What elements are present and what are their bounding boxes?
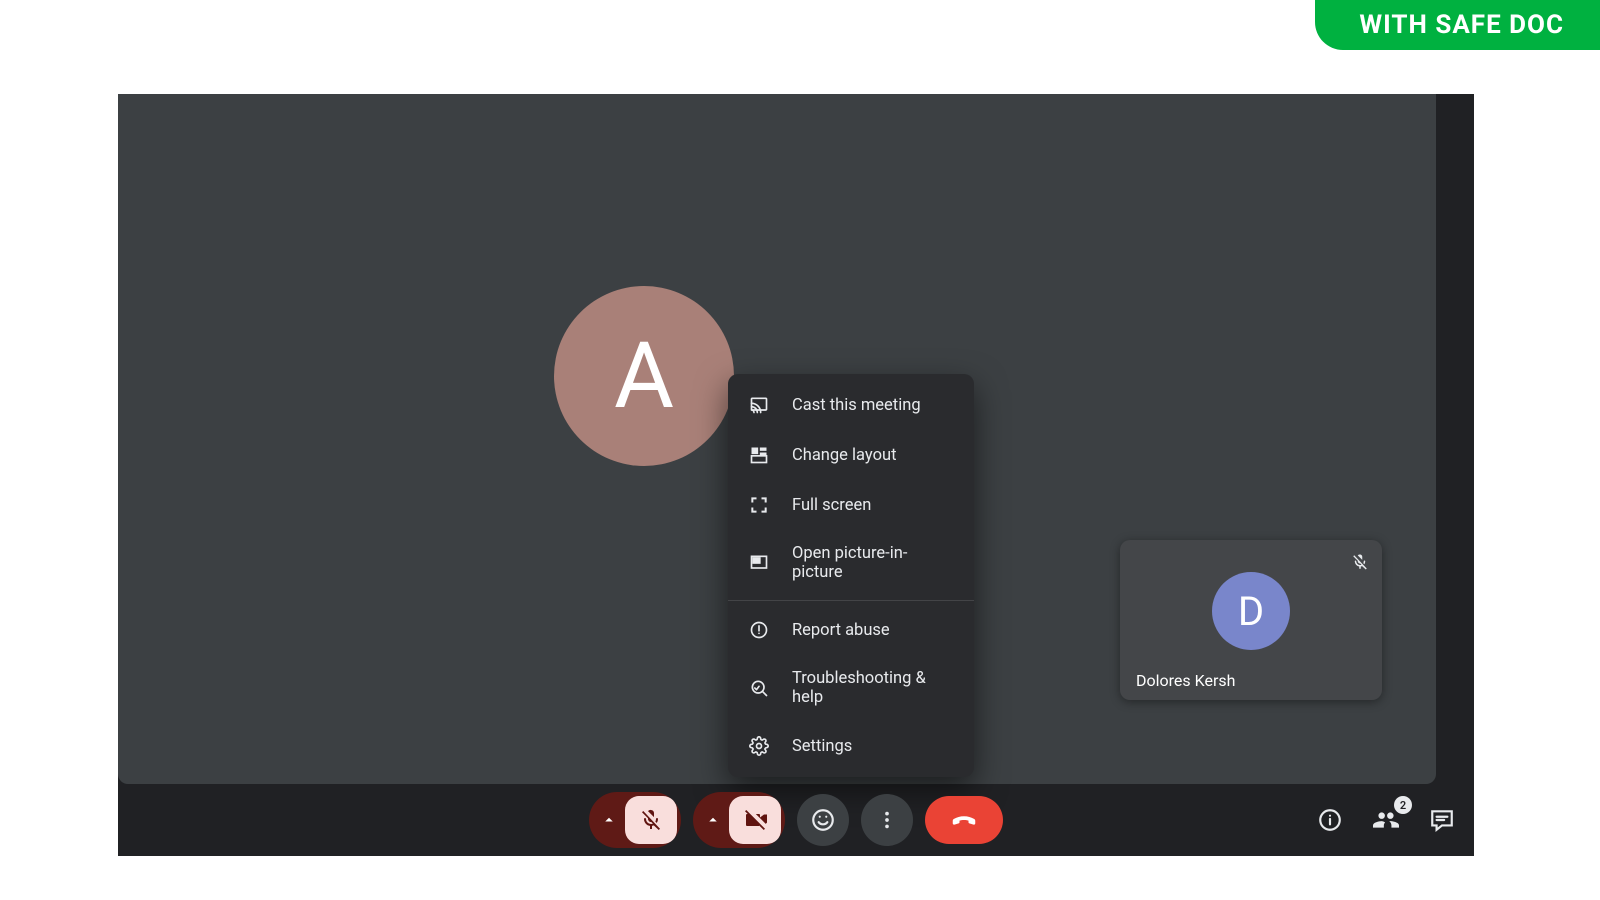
reactions-button[interactable] bbox=[797, 794, 849, 846]
menu-item-report[interactable]: Report abuse bbox=[728, 605, 974, 655]
call-toolbar bbox=[118, 784, 1474, 856]
menu-item-label: Cast this meeting bbox=[792, 396, 921, 415]
mic-toggle-button[interactable] bbox=[625, 796, 677, 844]
meeting-details-button[interactable] bbox=[1314, 804, 1346, 836]
more-options-button[interactable] bbox=[861, 794, 913, 846]
pip-icon bbox=[748, 552, 770, 574]
right-toolbar: 2 bbox=[1314, 784, 1458, 856]
cast-icon bbox=[748, 394, 770, 416]
safe-doc-badge: WITH SAFE DOC bbox=[1315, 0, 1600, 50]
menu-item-troubleshoot[interactable]: Troubleshooting & help bbox=[728, 655, 974, 721]
self-view-tile[interactable]: D Dolores Kersh bbox=[1120, 540, 1382, 700]
menu-item-label: Troubleshooting & help bbox=[792, 669, 954, 707]
menu-item-pip[interactable]: Open picture-in-picture bbox=[728, 530, 974, 596]
menu-item-label: Change layout bbox=[792, 446, 896, 465]
participants-button[interactable]: 2 bbox=[1370, 804, 1402, 836]
camera-control-group bbox=[693, 792, 785, 848]
camera-options-button[interactable] bbox=[697, 796, 729, 844]
menu-item-label: Report abuse bbox=[792, 621, 890, 640]
self-avatar: D bbox=[1212, 572, 1290, 650]
self-name-label: Dolores Kersh bbox=[1136, 671, 1235, 690]
main-participant-avatar: A bbox=[554, 286, 734, 466]
meet-window: A D Dolores Kersh Cast this meeting Chan… bbox=[118, 94, 1474, 856]
menu-item-layout[interactable]: Change layout bbox=[728, 430, 974, 480]
mic-control-group bbox=[589, 792, 681, 848]
menu-item-label: Full screen bbox=[792, 496, 871, 515]
report-icon bbox=[748, 619, 770, 641]
layout-icon bbox=[748, 444, 770, 466]
video-stage: A D Dolores Kersh Cast this meeting Chan… bbox=[118, 94, 1436, 784]
menu-item-label: Open picture-in-picture bbox=[792, 544, 954, 582]
gear-icon bbox=[748, 735, 770, 757]
menu-item-settings[interactable]: Settings bbox=[728, 721, 974, 771]
troubleshoot-icon bbox=[748, 677, 770, 699]
participants-count-badge: 2 bbox=[1394, 796, 1412, 814]
mic-options-button[interactable] bbox=[593, 796, 625, 844]
mic-muted-icon bbox=[1346, 548, 1374, 576]
menu-item-label: Settings bbox=[792, 737, 852, 756]
hangup-button[interactable] bbox=[925, 796, 1003, 844]
camera-toggle-button[interactable] bbox=[729, 796, 781, 844]
chat-button[interactable] bbox=[1426, 804, 1458, 836]
fullscreen-icon bbox=[748, 494, 770, 516]
menu-item-cast[interactable]: Cast this meeting bbox=[728, 380, 974, 430]
menu-divider bbox=[728, 600, 974, 601]
more-options-menu: Cast this meeting Change layout Full scr… bbox=[728, 374, 974, 777]
menu-item-fullscreen[interactable]: Full screen bbox=[728, 480, 974, 530]
